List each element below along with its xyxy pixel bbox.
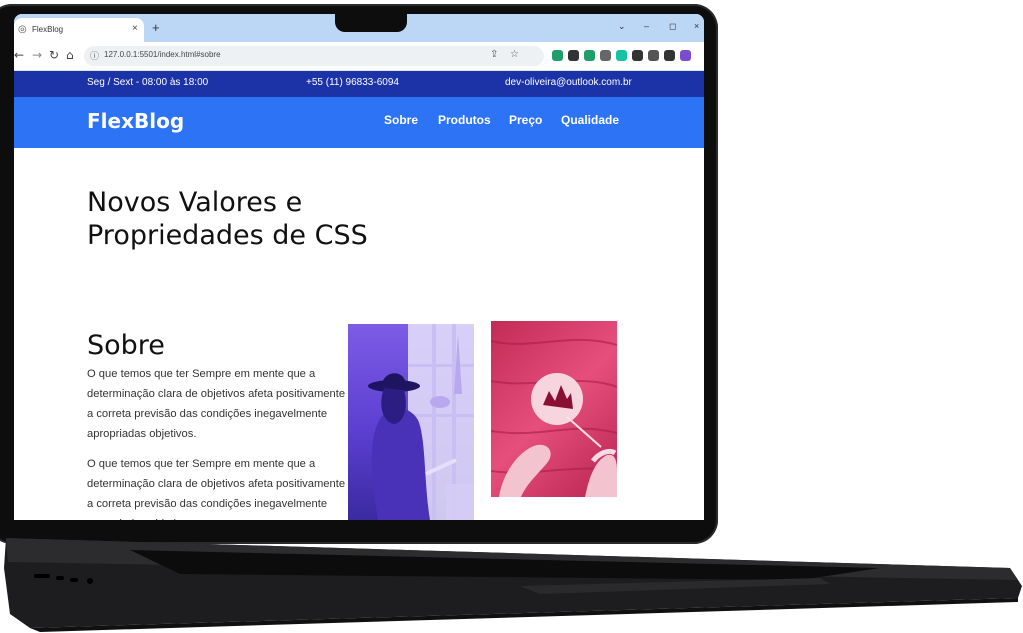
bookmark-star-icon[interactable]: ☆ [510,49,519,60]
address-bar[interactable]: ⓘ 127.0.0.1:5501/index.html#sobre ⇪ ☆ [84,46,544,66]
laptop-screen: ◎ FlexBlog × + ⌄ – ◻ × ← → ↻ ⌂ ⓘ 127.0.0… [14,14,704,520]
tab-close-button[interactable]: × [132,23,138,34]
tab-title: FlexBlog [32,25,64,34]
window-minimize-button[interactable]: – [644,21,649,31]
laptop-base [4,538,1022,632]
home-icon[interactable]: ⌂ [66,48,74,62]
reload-icon[interactable]: ↻ [49,48,59,62]
forward-icon[interactable]: → [32,48,42,62]
new-tab-button[interactable]: + [152,20,160,35]
browser-tab[interactable]: ◎ FlexBlog × [14,18,144,42]
browser-extension-icon[interactable] [552,50,563,61]
window-close-button[interactable]: × [694,21,699,31]
site-logo[interactable]: FlexBlog [87,109,184,133]
nav-link-preco[interactable]: Preço [509,113,542,127]
browser-extension-icon[interactable] [648,50,659,61]
about-title: Sobre [87,330,165,361]
browser-extension-icon[interactable] [664,50,675,61]
email-link[interactable]: dev-oliveira@outlook.com.br [505,77,632,88]
share-icon[interactable]: ⇪ [490,49,498,60]
opening-hours: Seg / Sext - 08:00 às 18:00 [87,77,209,88]
window-maximize-button[interactable]: ◻ [669,21,676,32]
browser-extension-icon[interactable] [632,50,643,61]
back-icon[interactable]: ← [14,48,24,62]
browser-extension-icon[interactable] [600,50,611,61]
window-dropdown-icon[interactable]: ⌄ [618,21,626,32]
nav-link-qualidade[interactable]: Qualidade [561,113,619,127]
site-header: FlexBlog Sobre Produtos Preço Qualidade [14,97,704,148]
browser-extension-icon[interactable] [568,50,579,61]
hands-crafting-illustration [491,338,617,497]
hero-title: Novos Valores e Propriedades de CSS [87,186,507,252]
browser-extension-icon[interactable] [616,50,627,61]
globe-icon: ◎ [18,24,27,35]
camera-notch [335,12,407,32]
about-paragraph: O que temos que ter Sempre em mente que … [87,458,346,520]
contact-topbar: Seg / Sext - 08:00 às 18:00 +55 (11) 968… [14,71,704,97]
phone-number: +55 (11) 96833-6094 [306,77,399,88]
woman-with-hat-image [348,324,474,520]
hands-crafting-image [491,321,617,497]
nav-link-produtos[interactable]: Produtos [438,113,491,127]
browser-toolbar: ← → ↻ ⌂ ⓘ 127.0.0.1:5501/index.html#sobr… [14,42,704,71]
about-paragraph: O que temos que ter Sempre em mente que … [87,368,346,440]
site-info-icon[interactable]: ⓘ [90,49,99,62]
woman-with-hat-illustration [368,324,474,520]
browser-extension-icon[interactable] [680,50,691,61]
hero-title-line: Propriedades de CSS [87,220,368,251]
hero-title-line: Novos Valores e [87,187,303,218]
browser-extension-icon[interactable] [584,50,595,61]
address-url[interactable]: 127.0.0.1:5501/index.html#sobre [104,50,221,59]
nav-link-sobre[interactable]: Sobre [384,113,418,127]
